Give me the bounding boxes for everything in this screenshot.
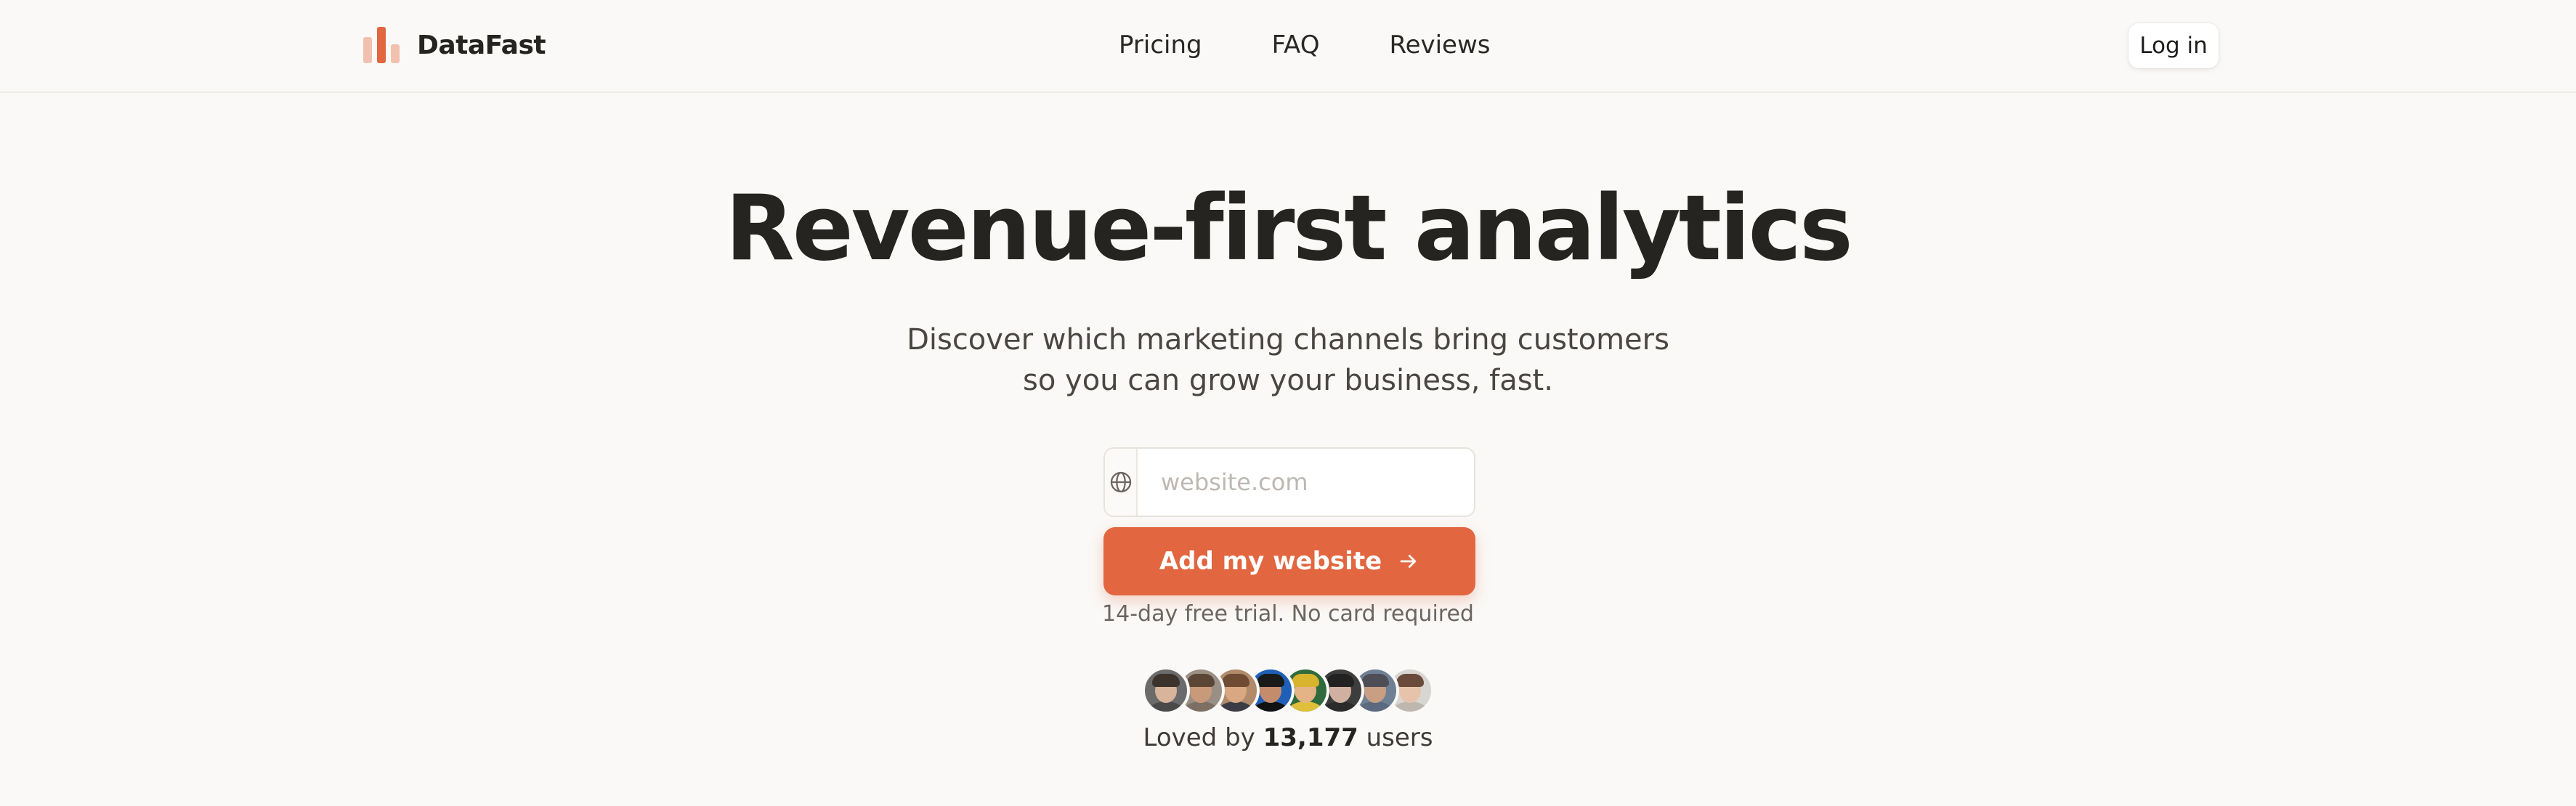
- hero-subtitle: Discover which marketing channels bring …: [0, 319, 2576, 401]
- trial-note: 14-day free trial. No card required: [1102, 601, 1474, 627]
- arrow-right-icon: [1400, 555, 1417, 568]
- globe-icon: [1105, 449, 1138, 516]
- avatar: [1142, 667, 1190, 715]
- add-website-button[interactable]: Add my website: [1103, 527, 1475, 595]
- login-button[interactable]: Log in: [2129, 23, 2219, 68]
- website-url-field: [1103, 447, 1475, 517]
- loved-by-text: Loved by 13,177 users: [0, 723, 2576, 752]
- nav-link-faq[interactable]: FAQ: [1272, 28, 1320, 62]
- bar-chart-logo-icon: [363, 27, 401, 63]
- site-header: DataFast Pricing FAQ Reviews Log in: [0, 0, 2576, 93]
- brand-name: DataFast: [417, 30, 546, 60]
- brand-link[interactable]: DataFast: [363, 26, 546, 64]
- add-website-button-label: Add my website: [1159, 547, 1382, 576]
- user-avatars: [1142, 667, 1434, 716]
- hero-title: Revenue-first analytics: [725, 176, 1853, 281]
- hero-subtitle-line-1: Discover which marketing channels bring …: [907, 323, 1669, 357]
- main-nav: Pricing FAQ Reviews: [1119, 28, 1491, 62]
- user-count: 13,177: [1263, 723, 1358, 752]
- website-url-input[interactable]: [1138, 449, 1474, 516]
- hero-subtitle-line-2: so you can grow your business, fast.: [1023, 364, 1553, 397]
- loved-by-suffix: users: [1366, 723, 1433, 752]
- nav-link-reviews[interactable]: Reviews: [1389, 28, 1490, 62]
- nav-link-pricing[interactable]: Pricing: [1119, 28, 1202, 62]
- loved-by-prefix: Loved by: [1143, 723, 1255, 752]
